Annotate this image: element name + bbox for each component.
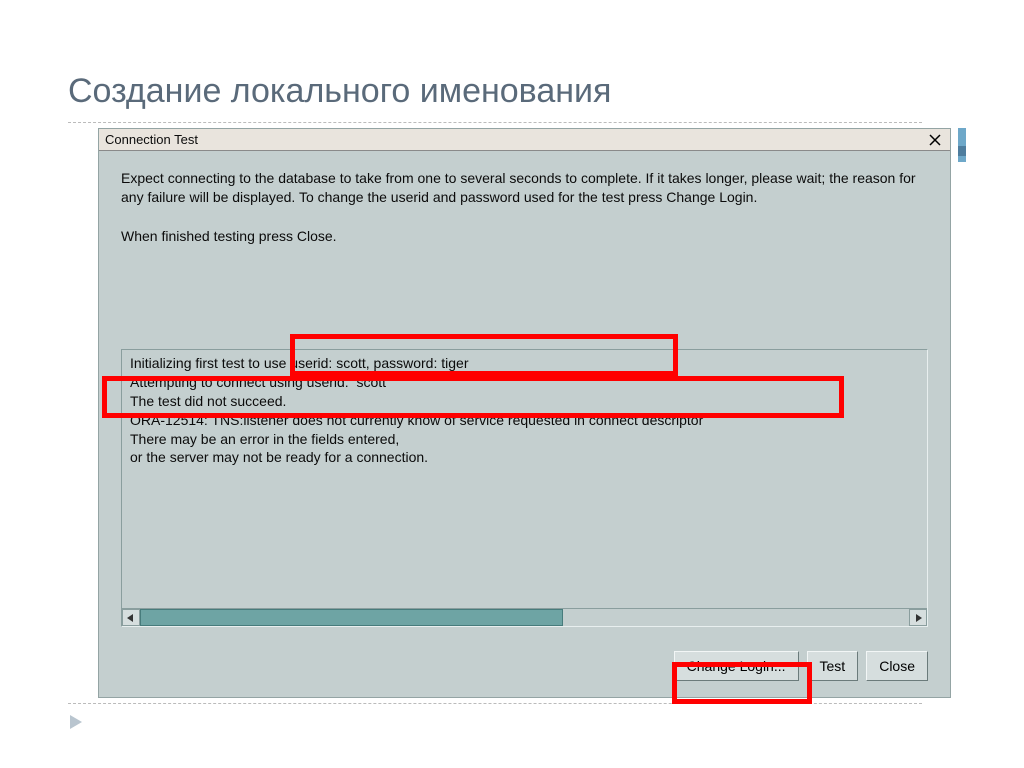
bullet-arrow-icon <box>70 715 82 729</box>
change-login-button[interactable]: Change Login... <box>674 651 799 681</box>
log-panel[interactable]: Initializing first test to use userid: s… <box>121 349 928 627</box>
accent-stripe <box>958 146 966 156</box>
slide-title: Создание локального именования <box>68 72 611 111</box>
close-button[interactable]: Close <box>866 651 928 681</box>
divider-bottom <box>68 703 922 704</box>
scrollbar-track[interactable] <box>140 609 909 626</box>
scroll-left-icon[interactable] <box>122 609 140 626</box>
connection-test-dialog: Connection Test Expect connecting to the… <box>98 128 951 698</box>
log-area: Initializing first test to use userid: s… <box>121 349 928 627</box>
log-line: ORA-12514: TNS:listener does not current… <box>122 411 927 430</box>
dialog-title: Connection Test <box>105 132 198 147</box>
divider-top <box>68 122 922 123</box>
scroll-right-icon[interactable] <box>909 609 927 626</box>
close-icon[interactable] <box>926 131 944 149</box>
horizontal-scrollbar[interactable] <box>122 608 927 626</box>
log-line: There may be an error in the fields ente… <box>122 430 927 449</box>
dialog-titlebar: Connection Test <box>99 129 950 151</box>
log-line: Initializing first test to use userid: s… <box>122 354 927 373</box>
log-line: Attempting to connect using userid: scot… <box>122 373 927 392</box>
scrollbar-thumb[interactable] <box>140 609 563 626</box>
instructions-text-2: When finished testing press Close. <box>121 227 924 246</box>
instructions-text-1: Expect connecting to the database to tak… <box>121 169 924 207</box>
dialog-instructions: Expect connecting to the database to tak… <box>99 151 950 254</box>
log-line: The test did not succeed. <box>122 392 927 411</box>
accent-stripe <box>958 128 966 146</box>
log-line: or the server may not be ready for a con… <box>122 448 927 467</box>
dialog-button-row: Change Login... Test Close <box>674 651 928 681</box>
test-button[interactable]: Test <box>807 651 859 681</box>
accent-stripe <box>958 156 966 162</box>
